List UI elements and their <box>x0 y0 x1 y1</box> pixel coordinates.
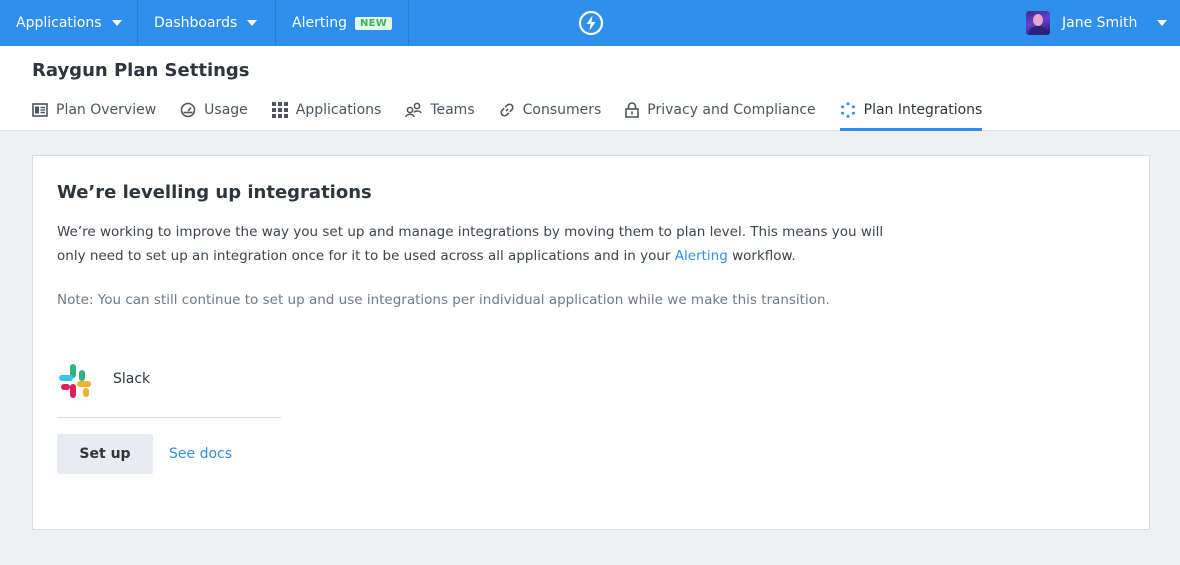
alerting-menu-label: Alerting <box>292 15 347 31</box>
chevron-down-icon <box>1157 20 1168 26</box>
alerting-link[interactable]: Alerting <box>675 248 728 264</box>
see-docs-link[interactable]: See docs <box>169 446 232 462</box>
plan-overview-icon <box>32 102 48 117</box>
dashboards-menu-label: Dashboards <box>154 15 238 31</box>
team-icon <box>405 102 423 117</box>
tab-usage[interactable]: Usage <box>180 98 248 131</box>
user-name: Jane Smith <box>1062 15 1138 31</box>
user-menu[interactable]: Jane Smith <box>1026 0 1168 46</box>
avatar <box>1026 11 1050 35</box>
tab-consumers[interactable]: Consumers <box>499 98 602 131</box>
tab-applications[interactable]: Applications <box>271 98 382 131</box>
tab-teams[interactable]: Teams <box>405 98 475 131</box>
tab-label: Applications <box>295 101 382 118</box>
tab-label: Privacy and Compliance <box>647 101 816 118</box>
card-description: We’re working to improve the way you set… <box>57 220 897 268</box>
settings-tabs: Plan Overview Usage Applications Teams C… <box>32 98 1006 131</box>
chevron-down-icon <box>247 20 258 26</box>
page-header: Raygun Plan Settings Plan Overview Usage <box>0 46 1180 131</box>
gauge-icon <box>180 102 196 117</box>
alerting-menu[interactable]: Alerting NEW <box>276 0 409 46</box>
chevron-down-icon <box>111 20 122 26</box>
card-title: We’re levelling up integrations <box>57 182 372 203</box>
description-text-end: workflow. <box>727 248 796 264</box>
integrations-icon <box>840 101 855 118</box>
grid-icon <box>271 101 288 118</box>
tab-label: Plan Overview <box>56 101 157 118</box>
lock-icon <box>625 101 640 118</box>
slack-logo-icon <box>59 364 91 398</box>
tab-label: Plan Integrations <box>863 101 983 118</box>
tab-privacy-and-compliance[interactable]: Privacy and Compliance <box>625 98 816 131</box>
lightning-bolt-icon[interactable] <box>578 10 604 36</box>
tab-plan-integrations[interactable]: Plan Integrations <box>839 98 983 131</box>
page-title: Raygun Plan Settings <box>32 60 250 81</box>
integrations-card: We’re levelling up integrations We’re wo… <box>32 155 1150 530</box>
link-icon <box>500 102 514 117</box>
dashboards-menu[interactable]: Dashboards <box>138 0 276 46</box>
tab-label: Teams <box>430 101 475 118</box>
new-badge: NEW <box>354 16 393 30</box>
tab-label: Usage <box>204 101 248 118</box>
tab-label: Consumers <box>522 101 602 118</box>
applications-menu-label: Applications <box>16 15 102 31</box>
set-up-button[interactable]: Set up <box>57 434 153 474</box>
tab-plan-overview[interactable]: Plan Overview <box>32 98 156 131</box>
integration-name: Slack <box>113 371 151 387</box>
integration-item-slack: Slack <box>57 360 281 418</box>
transition-note: Note: You can still continue to set up a… <box>57 292 830 308</box>
applications-menu[interactable]: Applications <box>0 0 138 46</box>
